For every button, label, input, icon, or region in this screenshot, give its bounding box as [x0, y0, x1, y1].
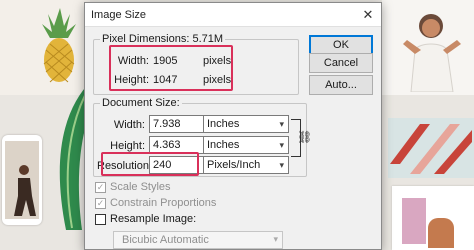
document-size-legend: Document Size:: [100, 97, 182, 109]
image-size-dialog: Image Size ✕ Pixel Dimensions: 5.71M Wid…: [84, 2, 382, 250]
pixel-dimensions-group: Pixel Dimensions: 5.71M: [93, 33, 299, 95]
pixel-width-value: 1905: [153, 55, 178, 67]
pixel-dimensions-legend: Pixel Dimensions: 5.71M: [100, 33, 226, 45]
doc-width-label: Width:: [113, 119, 145, 131]
doc-height-label: Height:: [110, 140, 145, 152]
dialog-title: Image Size: [91, 8, 147, 21]
scale-styles-checkbox[interactable]: ✓ Scale Styles: [95, 181, 171, 193]
constrain-proportions-label: Constrain Proportions: [110, 197, 217, 209]
striped-artwork: [390, 124, 472, 174]
doc-height-unit-select[interactable]: Inches ▾: [203, 136, 289, 154]
checkmark-icon: ✓: [95, 197, 106, 209]
pixel-height-value: 1047: [153, 74, 178, 86]
chevron-down-icon: ▾: [279, 119, 284, 129]
runner-image: [14, 165, 36, 216]
resample-method-select[interactable]: Bicubic Automatic ▾: [113, 231, 283, 249]
scale-styles-label: Scale Styles: [110, 181, 171, 193]
title-bar: Image Size ✕: [85, 3, 381, 27]
chevron-down-icon: ▾: [279, 140, 284, 150]
doc-height-input[interactable]: 4.363: [149, 136, 205, 154]
auto-button[interactable]: Auto...: [309, 75, 373, 95]
doc-height-unit-value: Inches: [207, 139, 240, 151]
pixel-height-label: Height:: [114, 74, 149, 86]
pixel-height-unit: pixels: [203, 74, 232, 86]
cancel-button[interactable]: Cancel: [309, 53, 373, 73]
pixel-width-label: Width:: [117, 55, 149, 67]
ok-button[interactable]: OK: [309, 35, 373, 55]
resolution-input[interactable]: 240: [149, 156, 205, 174]
chevron-down-icon: ▾: [273, 234, 278, 244]
resample-image-label: Resample Image:: [110, 213, 197, 225]
close-icon[interactable]: ✕: [355, 3, 381, 27]
doc-width-input[interactable]: 7.938: [149, 115, 205, 133]
pineapple-image: [42, 8, 76, 83]
person-photo: [403, 14, 461, 92]
resolution-unit-select[interactable]: Pixels/Inch ▾: [203, 156, 289, 174]
pink-artwork: [402, 198, 426, 244]
resample-method-value: Bicubic Automatic: [122, 234, 209, 246]
resample-image-checkbox[interactable]: Resample Image:: [95, 213, 196, 225]
checkmark-icon: ✓: [95, 181, 106, 193]
chain-link-icon: ⛓: [297, 130, 313, 144]
doc-width-unit-select[interactable]: Inches ▾: [203, 115, 289, 133]
constrain-proportions-checkbox[interactable]: ✓ Constrain Proportions: [95, 197, 216, 209]
person-photo: [428, 218, 454, 248]
doc-width-unit-value: Inches: [207, 118, 240, 130]
chevron-down-icon: ▾: [279, 160, 284, 170]
pixel-width-unit: pixels: [203, 55, 232, 67]
checkbox-empty: [95, 213, 106, 225]
resolution-label: Resolution:: [97, 160, 153, 172]
resolution-unit-value: Pixels/Inch: [207, 159, 261, 171]
